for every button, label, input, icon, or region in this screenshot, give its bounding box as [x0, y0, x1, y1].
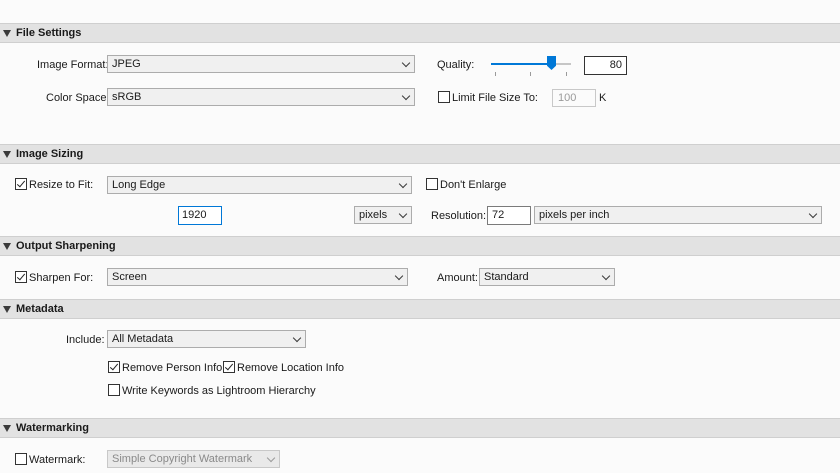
write-keywords-checkbox[interactable] [108, 384, 120, 396]
remove-person-info-checkbox[interactable] [108, 361, 120, 373]
chevron-down-icon [601, 271, 611, 281]
limit-file-size-input[interactable]: 100 [552, 89, 596, 107]
amount-value: Standard [484, 271, 529, 283]
limit-file-size-value: 100 [558, 92, 577, 104]
resolution-input[interactable]: 72 [487, 206, 531, 225]
image-format-select[interactable]: JPEG [107, 55, 415, 73]
chevron-down-icon [401, 91, 411, 101]
collapse-triangle-icon[interactable] [3, 243, 11, 250]
color-space-value: sRGB [112, 91, 142, 103]
quality-slider-fill [491, 63, 555, 65]
include-label: Include: [66, 334, 105, 346]
limit-file-size-checkbox[interactable] [438, 91, 450, 103]
chevron-down-icon [401, 58, 411, 68]
quality-slider-tick [530, 72, 531, 76]
resize-to-fit-select[interactable]: Long Edge [107, 176, 412, 194]
chevron-down-icon [394, 271, 404, 281]
sharpen-for-select[interactable]: Screen [107, 268, 408, 286]
section-title: Watermarking [16, 422, 89, 434]
remove-location-info-label: Remove Location Info [237, 362, 345, 374]
section-header-output-sharpening[interactable]: Output Sharpening [0, 236, 840, 256]
dont-enlarge-checkbox[interactable] [426, 178, 438, 190]
section-title: File Settings [16, 27, 82, 39]
remove-person-info-label: Remove Person Info [122, 362, 223, 374]
amount-select[interactable]: Standard [479, 268, 615, 286]
limit-file-size-unit: K [599, 92, 607, 104]
color-space-label: Color Space: [46, 92, 110, 104]
chevron-down-icon [398, 179, 408, 189]
resize-to-fit-checkbox[interactable] [15, 178, 27, 190]
resolution-unit-select[interactable]: pixels per inch [534, 206, 822, 224]
chevron-down-icon [808, 209, 818, 219]
watermark-value: Simple Copyright Watermark [112, 453, 253, 465]
quality-slider-tick [495, 72, 496, 76]
image-format-label: Image Format: [37, 59, 109, 71]
section-title: Image Sizing [16, 148, 84, 160]
quality-value: 80 [609, 59, 622, 71]
collapse-triangle-icon[interactable] [3, 151, 11, 158]
remove-location-info-checkbox[interactable] [223, 361, 235, 373]
collapse-triangle-icon[interactable] [3, 30, 11, 37]
include-value: All Metadata [112, 333, 174, 345]
collapse-triangle-icon[interactable] [3, 306, 11, 313]
watermark-select[interactable]: Simple Copyright Watermark [107, 450, 280, 468]
color-space-select[interactable]: sRGB [107, 88, 415, 106]
include-select[interactable]: All Metadata [107, 330, 306, 348]
size-input[interactable]: 1920 [178, 206, 222, 225]
sharpen-for-checkbox[interactable] [15, 271, 27, 283]
sharpen-for-value: Screen [112, 271, 147, 283]
dont-enlarge-label: Don't Enlarge [440, 179, 507, 191]
size-value: 1920 [182, 209, 207, 221]
chevron-down-icon [292, 333, 302, 343]
section-header-watermarking[interactable]: Watermarking [0, 418, 840, 438]
image-format-value: JPEG [112, 58, 141, 70]
quality-slider-thumb[interactable] [547, 56, 556, 70]
chevron-down-icon [266, 453, 276, 463]
resolution-value: 72 [492, 209, 505, 221]
chevron-down-icon [398, 209, 408, 219]
quality-slider-tick [566, 72, 567, 76]
quality-input[interactable]: 80 [584, 56, 627, 75]
resize-to-fit-label: Resize to Fit: [29, 179, 94, 191]
section-header-image-sizing[interactable]: Image Sizing [0, 144, 840, 164]
resolution-label: Resolution: [431, 210, 487, 222]
sharpen-for-label: Sharpen For: [29, 272, 94, 284]
amount-label: Amount: [437, 272, 478, 284]
size-unit-value: pixels [359, 209, 388, 221]
limit-file-size-label: Limit File Size To: [452, 92, 538, 104]
quality-label: Quality: [437, 59, 475, 71]
section-title: Metadata [16, 303, 64, 315]
section-title: Output Sharpening [16, 240, 116, 252]
resolution-unit-value: pixels per inch [539, 209, 610, 221]
collapse-triangle-icon[interactable] [3, 425, 11, 432]
resize-to-fit-value: Long Edge [112, 179, 166, 191]
watermark-label: Watermark: [29, 454, 86, 466]
watermark-checkbox[interactable] [15, 453, 27, 465]
section-header-metadata[interactable]: Metadata [0, 299, 840, 319]
write-keywords-label: Write Keywords as Lightroom Hierarchy [122, 385, 316, 397]
size-unit-select[interactable]: pixels [354, 206, 412, 224]
section-header-file-settings[interactable]: File Settings [0, 23, 840, 43]
